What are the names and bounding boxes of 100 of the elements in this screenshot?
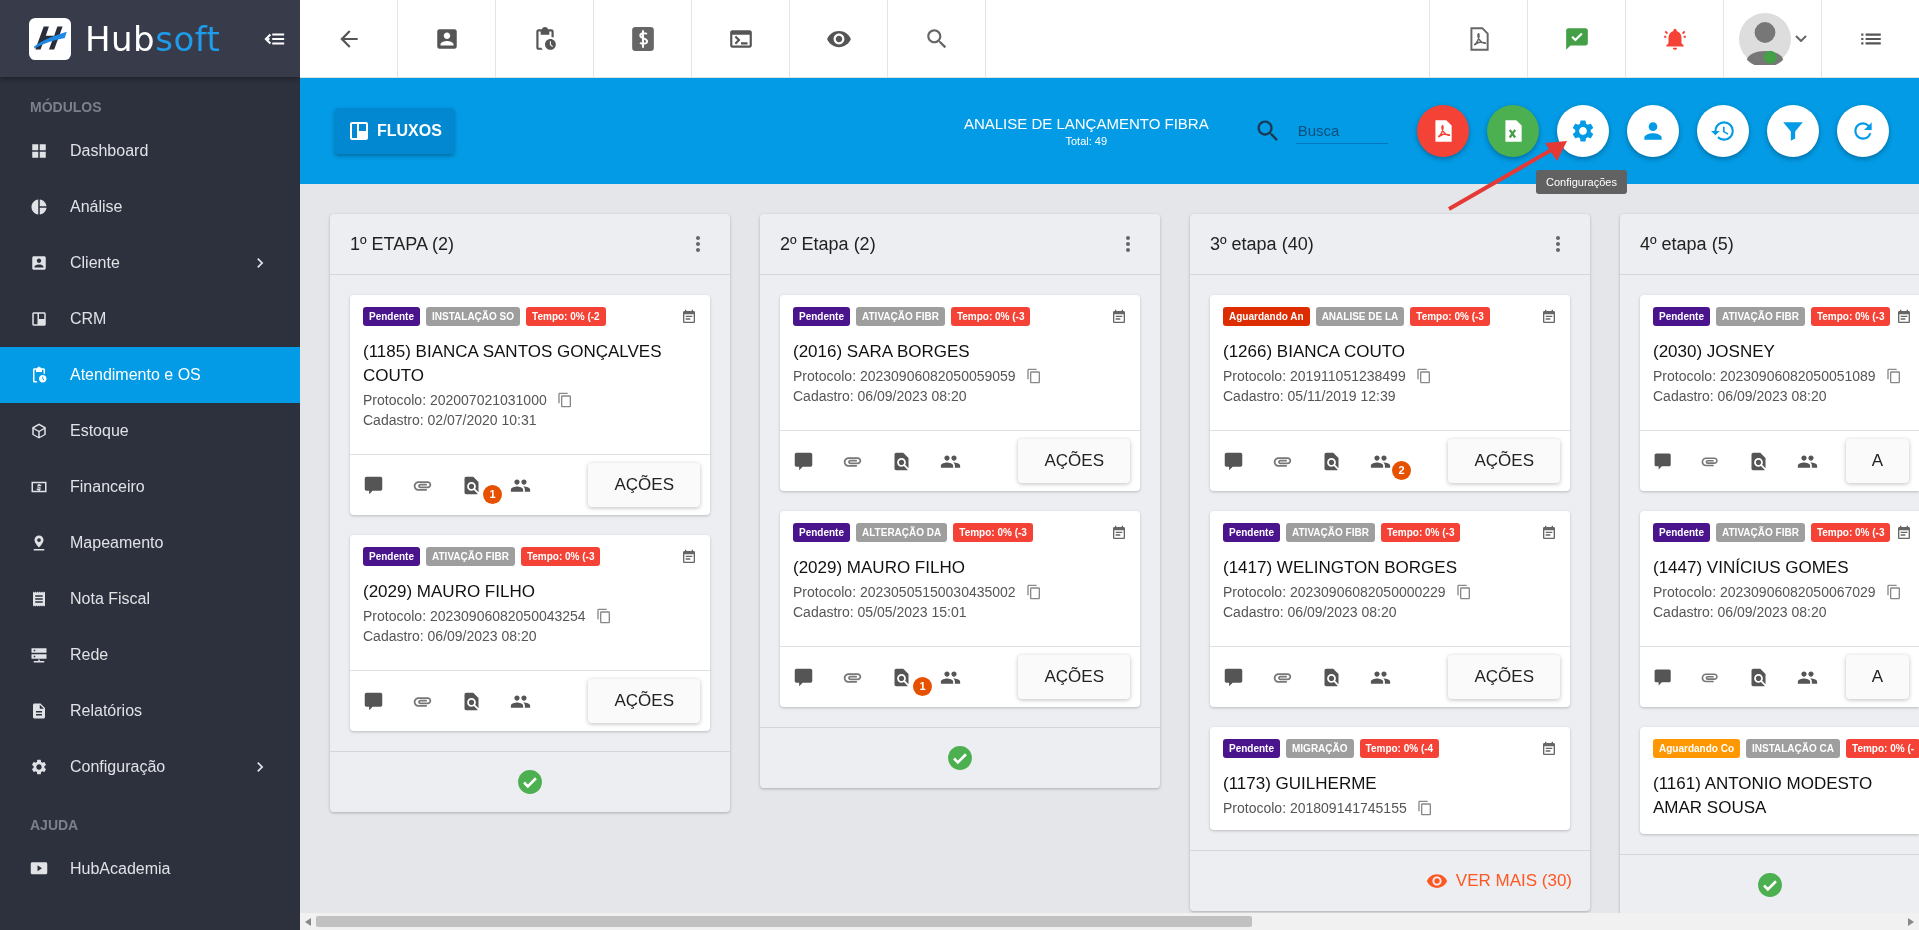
sidebar-item[interactable]: Estoque: [0, 403, 300, 459]
status-tag: INSTALAÇÃO SO: [426, 307, 521, 326]
calendar-note-icon[interactable]: [1541, 740, 1557, 757]
sidebar-item[interactable]: Dashboard: [0, 123, 300, 179]
refresh-button[interactable]: [1837, 105, 1889, 157]
document-search-icon[interactable]: [1321, 450, 1342, 472]
comment-icon[interactable]: [363, 690, 384, 712]
document-search-icon[interactable]: [1321, 666, 1342, 688]
sidebar-item[interactable]: CRM: [0, 291, 300, 347]
document-search-icon[interactable]: [461, 690, 482, 712]
total-count: Total: 49: [1064, 135, 1109, 147]
sidebar-item[interactable]: Configuração: [0, 739, 300, 795]
dollar-icon: [629, 25, 656, 52]
client-name: (2016) SARA BORGES: [793, 341, 971, 363]
calendar-note-icon[interactable]: [1111, 308, 1127, 325]
scroll-left-icon[interactable]: [305, 917, 311, 926]
actions-button[interactable]: AÇÕES: [1448, 655, 1560, 699]
document-search-icon[interactable]: [461, 474, 482, 496]
calendar-note-icon[interactable]: [1541, 308, 1557, 325]
actions-button[interactable]: AÇÕES: [588, 463, 700, 507]
comment-icon[interactable]: [363, 474, 384, 496]
copy-icon[interactable]: [1415, 368, 1432, 384]
protocol-number: Protocolo: 201911051238499: [1223, 368, 1406, 384]
copy-icon[interactable]: [1025, 368, 1042, 384]
board-button[interactable]: FLUXOS: [335, 108, 454, 154]
ticket-card[interactable]: Pendente ATIVAÇÃO FIBR Tempo: 0% (-3 (2016) SARA BORGES Protocolo: 20230906082050059059 Cadastro: 06/09/2023 08:20 AÇÕES: [780, 295, 1140, 491]
protocol-number: Protocolo: 20230906082050059059: [793, 368, 1016, 384]
actions-button[interactable]: AÇÕES: [1018, 439, 1130, 483]
status-tag: Tempo: 0% (-: [1846, 739, 1919, 758]
comment-icon[interactable]: [1223, 666, 1244, 688]
sidebar-item[interactable]: Relatórios: [0, 683, 300, 739]
status-tag: Tempo: 0% (-3: [1810, 307, 1891, 326]
status-tag: Aguardando An: [1223, 307, 1310, 326]
copy-icon[interactable]: [556, 392, 573, 408]
status-tag: Tempo: 0% (-3: [950, 307, 1031, 326]
actions-button[interactable]: AÇÕES: [1018, 655, 1130, 699]
sidebar-item[interactable]: Nota Fiscal: [0, 571, 300, 627]
registration-date: Cadastro: 05/05/2023 15:01: [793, 604, 968, 622]
status-tag: Tempo: 0% (-3: [520, 547, 601, 566]
copy-icon[interactable]: [1025, 584, 1042, 600]
section-title: AJUDA: [29, 816, 80, 835]
check-circle-icon: [517, 769, 543, 795]
pdf-button[interactable]: [1417, 105, 1469, 157]
registration-date: Cadastro: 06/09/2023 08:20: [363, 628, 538, 646]
actions-button[interactable]: A: [1845, 439, 1909, 483]
calendar-note-icon[interactable]: [1896, 524, 1913, 541]
actions-button[interactable]: AÇÕES: [588, 679, 700, 723]
document-search-icon[interactable]: [891, 666, 912, 688]
horizontal-scrollbar[interactable]: [300, 913, 1919, 930]
person-button[interactable]: [1627, 105, 1679, 157]
ticket-card[interactable]: Aguardando Co INSTALAÇÃO CA Tempo: 0% (- (1161) ANTONIO MODESTO AMAR SOUSA: [1640, 727, 1919, 834]
comment-icon[interactable]: [793, 450, 814, 472]
status-tag: ATIVAÇÃO FIBR: [426, 547, 515, 566]
registration-date: Cadastro: 05/11/2019 12:39: [1223, 388, 1397, 406]
client-name: (1417) WELINGTON BORGES: [1223, 557, 1458, 579]
calendar-note-icon[interactable]: [1111, 524, 1127, 541]
sidebar-item[interactable]: Rede: [0, 627, 300, 683]
ticket-card[interactable]: Pendente MIGRAÇÃO Tempo: 0% (-4 (1173) GUILHERME Protocolo: 201809141745155: [1210, 727, 1570, 830]
registration-date: Cadastro: 06/09/2023 08:20: [1223, 604, 1398, 622]
comment-icon[interactable]: [793, 666, 814, 688]
copy-icon[interactable]: [1885, 584, 1902, 600]
copy-icon[interactable]: [1416, 800, 1433, 816]
ticket-card[interactable]: Pendente ATIVAÇÃO FIBR Tempo: 0% (-3 (2029) MAURO FILHO Protocolo: 20230906082050043254 Cadastro: 06/09/2023 08:20 AÇÕES: [350, 535, 710, 731]
copy-icon[interactable]: [1885, 368, 1902, 384]
spreadsheet-button[interactable]: [1487, 105, 1539, 157]
sidebar-item[interactable]: Cliente: [0, 235, 300, 291]
calendar-note-icon[interactable]: [1896, 308, 1913, 325]
client-name: (1447) VINÍCIUS GOMES: [1653, 557, 1850, 579]
scroll-right-icon[interactable]: [1908, 917, 1914, 926]
filter-button[interactable]: [1767, 105, 1819, 157]
status-tag: ANALISE DE LA: [1315, 307, 1405, 326]
status-tag: Tempo: 0% (-4: [1359, 739, 1440, 758]
protocol-number: Protocolo: 20230906082050051089: [1653, 368, 1876, 384]
sidebar-item[interactable]: Financeiro: [0, 459, 300, 515]
status-tag: Tempo: 0% (-2: [526, 307, 606, 326]
actions-button[interactable]: AÇÕES: [1448, 439, 1560, 483]
calendar-note-icon[interactable]: [1541, 524, 1557, 541]
actions-button[interactable]: A: [1845, 655, 1909, 699]
ticket-card[interactable]: Pendente ATIVAÇÃO FIBR Tempo: 0% (-3 (1447) VINÍCIUS GOMES Protocolo: 20230906082050067029 Cadastro: 06/09/2023 08:20 A: [1640, 511, 1919, 707]
comment-icon[interactable]: [1653, 450, 1673, 472]
ticket-card[interactable]: Pendente ATIVAÇÃO FIBR Tempo: 0% (-3 (1417) WELINGTON BORGES Protocolo: 20230906082050000229 Cadastro: 06/09/2023 08:20 AÇÕES: [1210, 511, 1570, 707]
ticket-card[interactable]: Aguardando An ANALISE DE LA Tempo: 0% (-3 (1266) BIANCA COUTO Protocolo: 201911051238499 Cadastro: 05/11/2019 12:39 2 AÇÕES: [1210, 295, 1570, 491]
sidebar-item[interactable]: Análise: [0, 179, 300, 235]
comment-icon[interactable]: [1653, 666, 1673, 688]
document-search-icon[interactable]: [891, 450, 912, 472]
search-field[interactable]: Busca: [1295, 118, 1388, 144]
sidebar-item[interactable]: Mapeamento: [0, 515, 300, 571]
column-title: 2º Etapa (2): [780, 233, 876, 255]
copy-icon[interactable]: [1455, 584, 1472, 600]
calendar-note-icon[interactable]: [681, 548, 697, 565]
copy-icon[interactable]: [595, 608, 612, 624]
calendar-note-icon[interactable]: [681, 308, 697, 325]
sidebar-item[interactable]: HubAcademia: [0, 841, 300, 897]
ticket-card[interactable]: Pendente ALTERAÇÃO DA Tempo: 0% (-3 (2029) MAURO FILHO Protocolo: 20230505150030435002 Cadastro: 05/05/2023 15:01 1 AÇÕES: [780, 511, 1140, 707]
settings-button[interactable]: [1557, 105, 1609, 157]
client-name: (2029) MAURO FILHO: [793, 557, 966, 579]
ticket-card[interactable]: Pendente ATIVAÇÃO FIBR Tempo: 0% (-3 (2030) JOSNEY Protocolo: 20230906082050051089 Cadastro: 06/09/2023 08:20 A: [1640, 295, 1919, 491]
comment-icon[interactable]: [1223, 450, 1244, 472]
ticket-card[interactable]: Pendente INSTALAÇÃO SO Tempo: 0% (-2 (1185) BIANCA SANTOS GONÇALVES COUTO Protocolo: 202007021031000 Cadastro: 02/07/2020 10:31 1 AÇÕES: [350, 295, 710, 515]
history-button[interactable]: [1697, 105, 1749, 157]
